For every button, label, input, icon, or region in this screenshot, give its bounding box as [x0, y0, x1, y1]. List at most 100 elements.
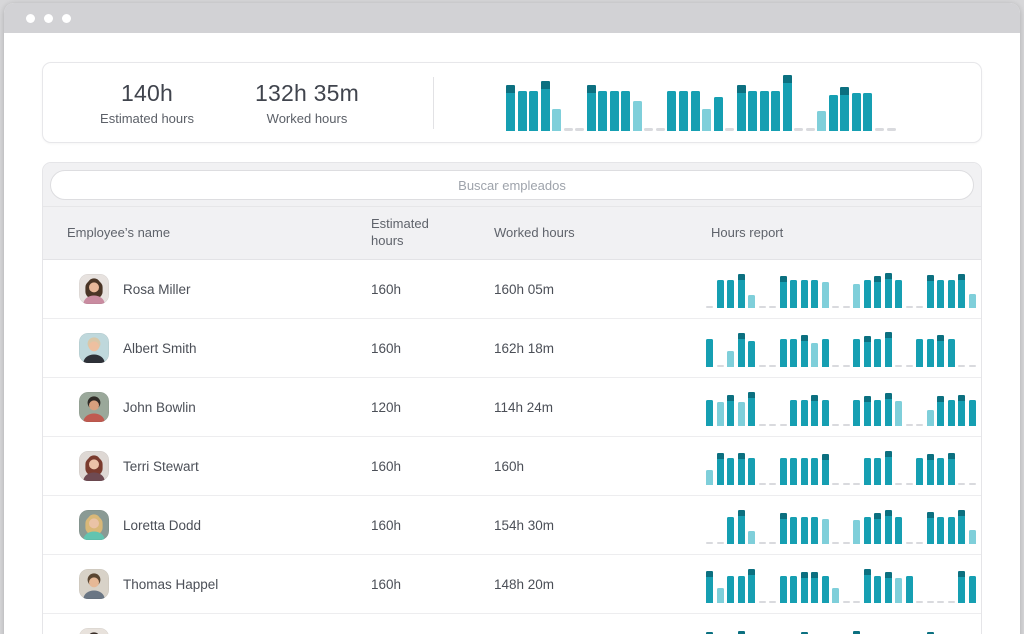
table-row[interactable]: Terri Stewart160h160h	[43, 437, 981, 496]
day-hours-bar	[790, 280, 797, 308]
day-hours-bar	[801, 572, 808, 603]
search-bar	[43, 163, 981, 207]
day-hours-bar	[706, 400, 713, 426]
day-hours-bar	[864, 517, 871, 544]
employee-avatar	[79, 274, 109, 304]
day-hours-bar	[906, 576, 913, 603]
day-hours-bar	[852, 93, 861, 131]
day-hours-bar	[691, 91, 700, 131]
day-hours-bar	[937, 517, 944, 544]
day-hours-bar	[927, 512, 934, 544]
day-hours-bar	[541, 81, 550, 131]
employee-name: John Bowlin	[123, 400, 196, 415]
day-hours-bar	[801, 517, 808, 544]
day-hours-bar	[771, 91, 780, 131]
table-row[interactable]: Thomas Happel160h148h 20m	[43, 555, 981, 614]
overtime-cap	[737, 85, 746, 93]
table-body: Rosa Miller160h160h 05mAlbert Smith160h1…	[43, 260, 981, 634]
overtime-cap	[811, 395, 818, 401]
day-hours-bar	[790, 458, 797, 485]
day-hours-bar	[702, 109, 711, 131]
day-hours-bar	[948, 517, 955, 544]
table-row[interactable]: John Bowlin120h114h 24m	[43, 378, 981, 437]
day-off-dash	[853, 601, 860, 604]
day-hours-bar	[748, 295, 755, 308]
day-off-dash	[916, 306, 923, 309]
hours-report-cell	[684, 447, 981, 485]
employee-avatar	[79, 333, 109, 363]
day-hours-bar	[780, 458, 787, 485]
day-hours-bar	[780, 513, 787, 544]
day-hours-bar	[822, 282, 829, 308]
day-hours-bar	[822, 339, 829, 367]
employee-name: Rosa Miller	[123, 282, 191, 297]
day-hours-bar	[937, 458, 944, 485]
day-hours-bar	[958, 510, 965, 544]
overtime-cap	[885, 451, 892, 457]
table-row[interactable]	[43, 614, 981, 634]
day-hours-bar	[518, 91, 527, 131]
day-off-dash	[832, 306, 839, 309]
hours-report-cell	[684, 329, 981, 367]
day-hours-bar	[748, 458, 755, 485]
day-hours-bar	[895, 578, 902, 603]
window-maximize-dot-icon[interactable]	[62, 14, 71, 23]
header-estimated-hours: Estimated hours	[349, 216, 459, 250]
day-hours-bar	[927, 454, 934, 485]
day-hours-bar	[790, 576, 797, 603]
day-hours-bar	[832, 588, 839, 603]
day-hours-bar	[927, 339, 934, 367]
day-hours-bar	[958, 395, 965, 426]
day-hours-bar	[748, 392, 755, 426]
day-hours-bar	[969, 294, 976, 308]
day-hours-bar	[748, 91, 757, 131]
day-off-dash	[717, 365, 724, 368]
day-hours-bar	[874, 513, 881, 544]
overtime-cap	[874, 276, 881, 282]
day-off-dash	[832, 424, 839, 427]
day-hours-bar	[885, 572, 892, 603]
day-hours-bar	[969, 400, 976, 426]
day-hours-bar	[829, 95, 838, 131]
window-close-dot-icon[interactable]	[26, 14, 35, 23]
estimated-hours-cell: 160h	[349, 341, 472, 356]
day-hours-bar	[727, 351, 734, 367]
day-hours-bar	[737, 85, 746, 131]
worked-hours-value: 132h 35m	[227, 80, 387, 107]
employee-name-cell	[43, 628, 349, 634]
day-hours-bar	[937, 280, 944, 308]
day-hours-bar	[822, 519, 829, 544]
window-minimize-dot-icon[interactable]	[44, 14, 53, 23]
day-hours-bar	[948, 339, 955, 367]
overtime-cap	[738, 453, 745, 459]
day-off-dash	[806, 128, 815, 131]
worked-hours-cell: 148h 20m	[472, 577, 684, 592]
overtime-cap	[864, 569, 871, 575]
table-row[interactable]: Loretta Dodd160h154h 30m	[43, 496, 981, 555]
day-hours-bar	[714, 97, 723, 131]
overtime-cap	[727, 395, 734, 401]
overtime-cap	[885, 572, 892, 578]
day-off-dash	[832, 483, 839, 486]
day-hours-bar	[937, 335, 944, 367]
day-hours-bar	[801, 458, 808, 485]
day-hours-bar	[801, 335, 808, 367]
day-hours-bar	[801, 400, 808, 426]
overtime-cap	[958, 510, 965, 516]
overtime-cap	[864, 336, 871, 342]
day-hours-bar	[885, 510, 892, 544]
search-input[interactable]	[50, 170, 974, 200]
day-hours-bar	[864, 569, 871, 603]
day-off-dash	[706, 542, 713, 545]
employee-avatar	[79, 628, 109, 634]
estimated-hours-label: Estimated hours	[67, 111, 227, 126]
table-row[interactable]: Rosa Miller160h160h 05m	[43, 260, 981, 319]
table-header-row: Employee’s name Estimated hours Worked h…	[43, 207, 981, 260]
day-hours-bar	[822, 400, 829, 426]
day-off-dash	[969, 365, 976, 368]
table-row[interactable]: Albert Smith160h162h 18m	[43, 319, 981, 378]
day-hours-bar	[738, 576, 745, 603]
summary-hours-chart	[506, 73, 896, 131]
day-hours-bar	[885, 332, 892, 367]
window-titlebar	[4, 3, 1020, 33]
